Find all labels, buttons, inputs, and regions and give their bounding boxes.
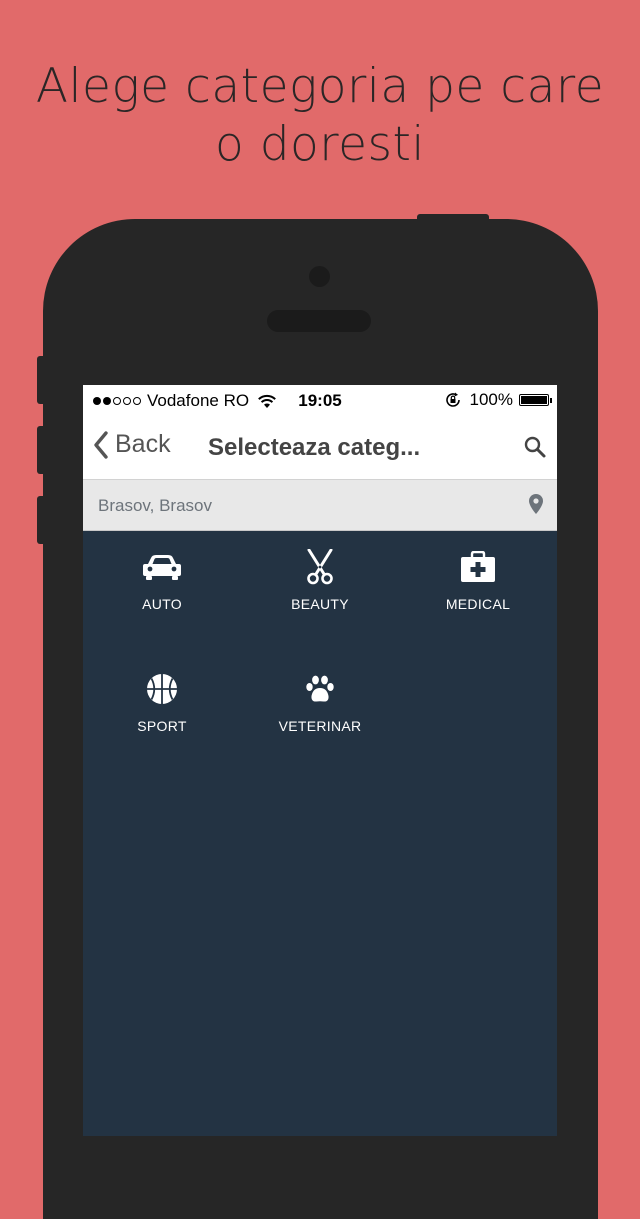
page-headline: Alege categoria pe care o doresti	[0, 58, 640, 174]
page-title: Selecteaza categ...	[208, 434, 421, 461]
basketball-icon	[147, 674, 177, 704]
signal-dot	[103, 397, 111, 405]
status-bar: Vodafone RO 19:05 100%	[83, 385, 557, 415]
app-screen: Vodafone RO 19:05 100% Back Selecteaza c…	[83, 385, 557, 1136]
headline-line-2: o doresti	[215, 117, 425, 172]
scissors-icon	[307, 549, 333, 585]
search-icon[interactable]	[523, 435, 547, 459]
car-icon	[143, 555, 181, 580]
category-label: SPORT	[137, 718, 187, 734]
battery-percent: 100%	[469, 390, 513, 409]
map-pin-icon[interactable]	[529, 494, 543, 514]
signal-dot	[113, 397, 121, 405]
back-button[interactable]: Back	[93, 430, 171, 459]
category-medical[interactable]: MEDICAL	[399, 531, 557, 641]
phone-speaker	[267, 310, 371, 332]
rotation-lock-icon	[445, 392, 460, 407]
location-text: Brasov, Brasov	[98, 496, 213, 515]
navigation-bar: Back Selecteaza categ...	[83, 415, 557, 479]
location-field[interactable]: Brasov, Brasov	[83, 479, 557, 531]
chevron-left-icon	[94, 430, 108, 459]
carrier-name: Vodafone RO	[147, 391, 250, 410]
battery-icon	[519, 394, 552, 406]
headline-line-1: Alege categoria pe care	[35, 59, 605, 114]
category-label: VETERINAR	[278, 718, 362, 734]
category-label: AUTO	[142, 596, 182, 612]
category-beauty[interactable]: BEAUTY	[241, 531, 399, 641]
category-auto[interactable]: AUTO	[83, 531, 241, 641]
category-veterinar[interactable]: VETERINAR	[241, 653, 399, 763]
signal-dot	[93, 397, 101, 405]
signal-dot	[123, 397, 131, 405]
category-sport[interactable]: SPORT	[83, 653, 241, 763]
signal-dot	[133, 397, 141, 405]
category-label: MEDICAL	[445, 596, 511, 612]
back-label: Back	[115, 430, 171, 458]
phone-camera	[309, 266, 330, 287]
first-aid-kit-icon	[461, 551, 495, 582]
category-label: BEAUTY	[291, 596, 349, 612]
paw-icon	[306, 675, 334, 702]
battery-fill	[521, 396, 547, 404]
wifi-icon	[258, 394, 276, 408]
